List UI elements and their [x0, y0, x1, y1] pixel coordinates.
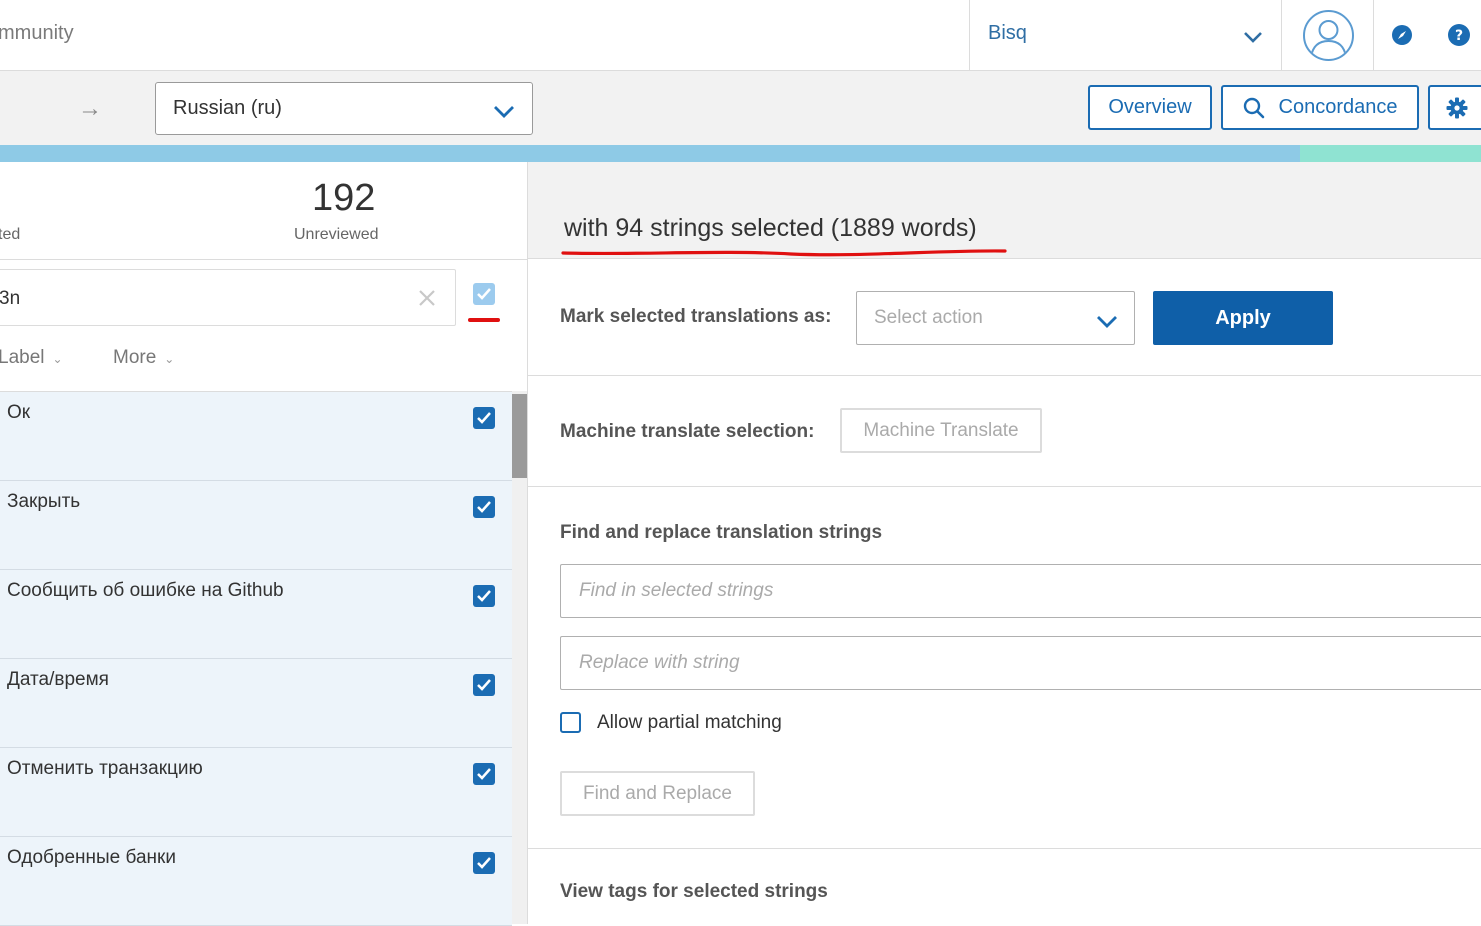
- list-item[interactable]: Отменить транзакцию: [0, 748, 512, 837]
- svg-text:?: ?: [1455, 28, 1463, 44]
- find-placeholder: Find in selected strings: [579, 580, 774, 601]
- gear-icon: [1446, 97, 1468, 118]
- select-all-checkbox[interactable]: [473, 283, 495, 305]
- unreviewed-label[interactable]: Unreviewed: [294, 226, 378, 244]
- project-switcher[interactable]: Bisq: [969, 0, 1281, 71]
- row-checkbox[interactable]: [473, 852, 495, 874]
- chevron-down-icon: [1097, 316, 1117, 328]
- checkmark-icon: [477, 679, 491, 691]
- language-toolbar: → Russian (ru) Overview Concordance: [0, 71, 1481, 145]
- mark-label: Mark selected translations as:: [560, 306, 832, 327]
- string-text: Сообщить об ошибке на Github: [7, 580, 284, 601]
- close-icon[interactable]: [415, 286, 439, 310]
- strings-panel: ted 192 Unreviewed 3n Label ⌄ More ⌄ Ок: [0, 162, 528, 926]
- settings-button[interactable]: [1428, 85, 1481, 130]
- more-filter-text: More: [113, 347, 157, 368]
- stats-header: ted 192 Unreviewed: [0, 162, 528, 260]
- checkmark-icon: [477, 857, 491, 869]
- replace-placeholder: Replace with string: [579, 652, 740, 673]
- annotation-underline: [468, 318, 500, 322]
- list-item[interactable]: Закрыть: [0, 481, 512, 570]
- row-checkbox[interactable]: [473, 496, 495, 518]
- caret-down-icon: ⌄: [164, 352, 175, 366]
- compass-icon[interactable]: [1391, 24, 1413, 46]
- label-filter-text: Label: [0, 347, 45, 368]
- string-text: Ок: [7, 402, 31, 423]
- action-select-placeholder: Select action: [874, 307, 983, 328]
- find-replace-section: Find and replace translation strings Fin…: [528, 487, 1481, 849]
- bulk-actions-panel: with 94 strings selected (1889 words) Ma…: [528, 162, 1481, 924]
- selection-summary-text: with 94 strings selected (1889 words): [564, 214, 977, 242]
- overview-label: Overview: [1108, 96, 1192, 118]
- row-checkbox[interactable]: [473, 763, 495, 785]
- tags-section: View tags for selected strings: [528, 849, 1481, 924]
- search-value: 3n: [0, 288, 21, 309]
- find-replace-button[interactable]: Find and Replace: [560, 771, 755, 816]
- string-list: Ок Закрыть Сообщить об ошибке на Github …: [0, 391, 512, 926]
- checkmark-icon: [477, 412, 491, 424]
- string-text: Отменить транзакцию: [7, 758, 203, 779]
- progress-remaining: [1300, 145, 1481, 162]
- row-checkbox[interactable]: [473, 674, 495, 696]
- partial-matching-checkbox[interactable]: [560, 712, 581, 733]
- translation-progress-bar: [0, 145, 1481, 162]
- target-language-select[interactable]: Russian (ru): [155, 82, 533, 135]
- action-select[interactable]: Select action: [856, 291, 1135, 345]
- arrow-icon: →: [78, 95, 102, 122]
- chevron-down-icon: [494, 106, 514, 118]
- user-avatar-icon: [1310, 20, 1347, 58]
- partial-matching-label[interactable]: Allow partial matching: [597, 712, 782, 734]
- user-menu[interactable]: [1281, 0, 1374, 71]
- help-icon[interactable]: ?: [1447, 23, 1471, 47]
- checkmark-icon: [477, 768, 491, 780]
- concordance-button[interactable]: Concordance: [1221, 85, 1419, 130]
- target-language-value: Russian (ru): [173, 97, 282, 119]
- row-checkbox[interactable]: [473, 585, 495, 607]
- search-input[interactable]: 3n: [0, 269, 456, 326]
- list-item[interactable]: Ок: [0, 392, 512, 481]
- filter-bar: Label ⌄ More ⌄: [0, 345, 528, 375]
- avatar[interactable]: [1303, 10, 1354, 61]
- caret-down-icon: ⌄: [52, 352, 63, 366]
- mark-section: Mark selected translations as: Select ac…: [528, 259, 1481, 376]
- chevron-down-icon: [1244, 32, 1262, 43]
- list-scrollbar[interactable]: [512, 391, 527, 924]
- replace-input[interactable]: Replace with string: [560, 636, 1481, 690]
- label-filter[interactable]: Label ⌄: [0, 347, 63, 369]
- find-replace-title: Find and replace translation strings: [560, 522, 883, 543]
- mt-label: Machine translate selection:: [560, 421, 815, 442]
- unreviewed-count: 192: [312, 177, 376, 219]
- checkmark-icon: [477, 501, 491, 513]
- concordance-label: Concordance: [1278, 96, 1398, 118]
- community-link[interactable]: mmunity: [0, 22, 74, 45]
- string-text: Одобренные банки: [7, 847, 176, 868]
- apply-button[interactable]: Apply: [1153, 291, 1333, 345]
- machine-translate-button[interactable]: Machine Translate: [840, 408, 1042, 453]
- stat-label-partial: ted: [0, 226, 21, 243]
- selection-summary: with 94 strings selected (1889 words): [528, 162, 1481, 259]
- find-input[interactable]: Find in selected strings: [560, 564, 1481, 618]
- string-text: Дата/время: [7, 669, 109, 690]
- machine-translate-section: Machine translate selection: Machine Tra…: [528, 376, 1481, 487]
- checkmark-icon: [477, 590, 491, 602]
- string-text: Закрыть: [7, 491, 81, 512]
- list-item[interactable]: Дата/время: [0, 659, 512, 748]
- scrollbar-thumb[interactable]: [512, 394, 527, 478]
- annotation-underline: [561, 249, 1007, 257]
- more-filter[interactable]: More ⌄: [113, 347, 174, 369]
- row-checkbox[interactable]: [473, 407, 495, 429]
- top-bar: mmunity Bisq ?: [0, 0, 1481, 71]
- project-name: Bisq: [988, 22, 1027, 44]
- checkmark-icon: [477, 288, 491, 300]
- overview-button[interactable]: Overview: [1088, 85, 1212, 130]
- list-item[interactable]: Одобренные банки: [0, 837, 512, 926]
- search-icon: [1243, 97, 1264, 118]
- list-item[interactable]: Сообщить об ошибке на Github: [0, 570, 512, 659]
- view-tags-title[interactable]: View tags for selected strings: [560, 881, 828, 903]
